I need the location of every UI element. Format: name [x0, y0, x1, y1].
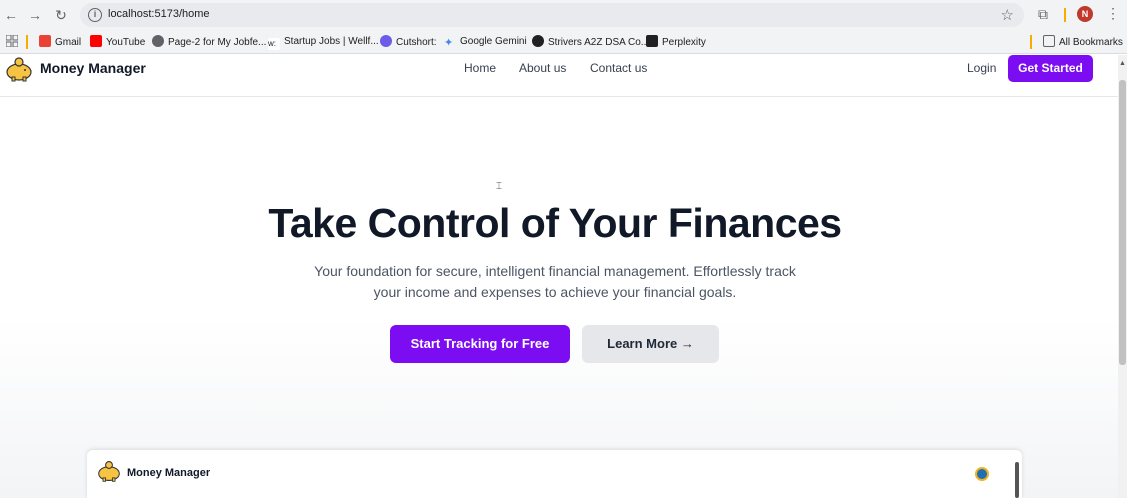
toolbar-divider	[1064, 8, 1066, 22]
browser-toolbar: ← → ↻ i localhost:5173/home ☆ ⧉ N ⋮	[0, 0, 1127, 30]
piggy-bank-icon[interactable]	[5, 56, 33, 82]
back-icon[interactable]: ←	[2, 6, 20, 24]
bookmark-striver[interactable]: Strivers A2Z DSA Co...	[532, 35, 649, 49]
folder-icon	[1043, 35, 1055, 47]
nav-home[interactable]: Home	[464, 61, 496, 75]
forward-icon[interactable]: →	[26, 6, 44, 24]
nav-contact[interactable]: Contact us	[590, 61, 647, 75]
nav-about[interactable]: About us	[519, 61, 566, 75]
cutshort-icon	[380, 35, 392, 47]
bookmark-wellfound[interactable]: w: Startup Jobs | Wellf...	[268, 35, 379, 50]
gemini-icon: ✦	[444, 37, 454, 49]
wellfound-icon: w:	[268, 38, 280, 50]
site-header: Money Manager Home About us Contact us L…	[0, 55, 1118, 97]
bookmark-youtube[interactable]: YouTube	[90, 35, 145, 49]
bookmarks-separator	[1030, 35, 1032, 49]
piggy-bank-icon	[98, 461, 120, 482]
login-link[interactable]: Login	[967, 61, 996, 75]
bookmark-perplexity[interactable]: Perplexity	[646, 35, 706, 49]
bookmarks-bar: Gmail YouTube Page-2 for My Jobfe... w: S…	[0, 30, 1127, 54]
apps-icon[interactable]	[5, 34, 19, 49]
profile-avatar[interactable]: N	[1077, 6, 1093, 22]
learn-more-button[interactable]: Learn More →	[582, 325, 719, 363]
brand-name[interactable]: Money Manager	[40, 60, 146, 76]
bookmark-gemini[interactable]: ✦ Google Gemini	[444, 35, 527, 49]
bookmark-cutshort[interactable]: Cutshort:	[380, 35, 437, 49]
preview-brand-name: Money Manager	[127, 467, 211, 479]
bookmarks-divider	[26, 35, 28, 49]
url-text[interactable]: localhost:5173/home	[108, 8, 210, 20]
hero-subtitle: Your foundation for secure, intelligent …	[314, 263, 796, 300]
bookmark-jobfeed[interactable]: Page-2 for My Jobfe...	[152, 35, 266, 49]
gmail-icon	[39, 35, 51, 47]
globe-icon	[152, 35, 164, 47]
tuf-icon	[532, 35, 544, 47]
bookmark-gmail[interactable]: Gmail	[39, 35, 81, 49]
extensions-icon[interactable]: ⧉	[1038, 6, 1054, 22]
cursor-icon: ⌶	[496, 181, 502, 192]
hero-title: Take Control of Your Finances	[268, 200, 842, 246]
address-bar[interactable]: i localhost:5173/home ☆	[80, 3, 1024, 27]
scroll-up-icon[interactable]: ▲	[1119, 60, 1126, 67]
scrollbar-thumb[interactable]	[1119, 80, 1126, 365]
menu-icon[interactable]: ⋮	[1106, 5, 1120, 22]
dashboard-preview: Money Manager	[87, 450, 1022, 498]
site-info-icon[interactable]: i	[88, 8, 102, 22]
youtube-icon	[90, 35, 102, 47]
all-bookmarks[interactable]: All Bookmarks	[1043, 35, 1123, 49]
preview-scrollbar	[1015, 462, 1019, 498]
user-avatar-icon	[975, 467, 989, 481]
bookmark-star-icon[interactable]: ☆	[1001, 6, 1014, 24]
start-tracking-button[interactable]: Start Tracking for Free	[390, 325, 570, 363]
perplexity-icon	[646, 35, 658, 47]
get-started-button[interactable]: Get Started	[1008, 55, 1093, 82]
reload-icon[interactable]: ↻	[52, 6, 70, 24]
